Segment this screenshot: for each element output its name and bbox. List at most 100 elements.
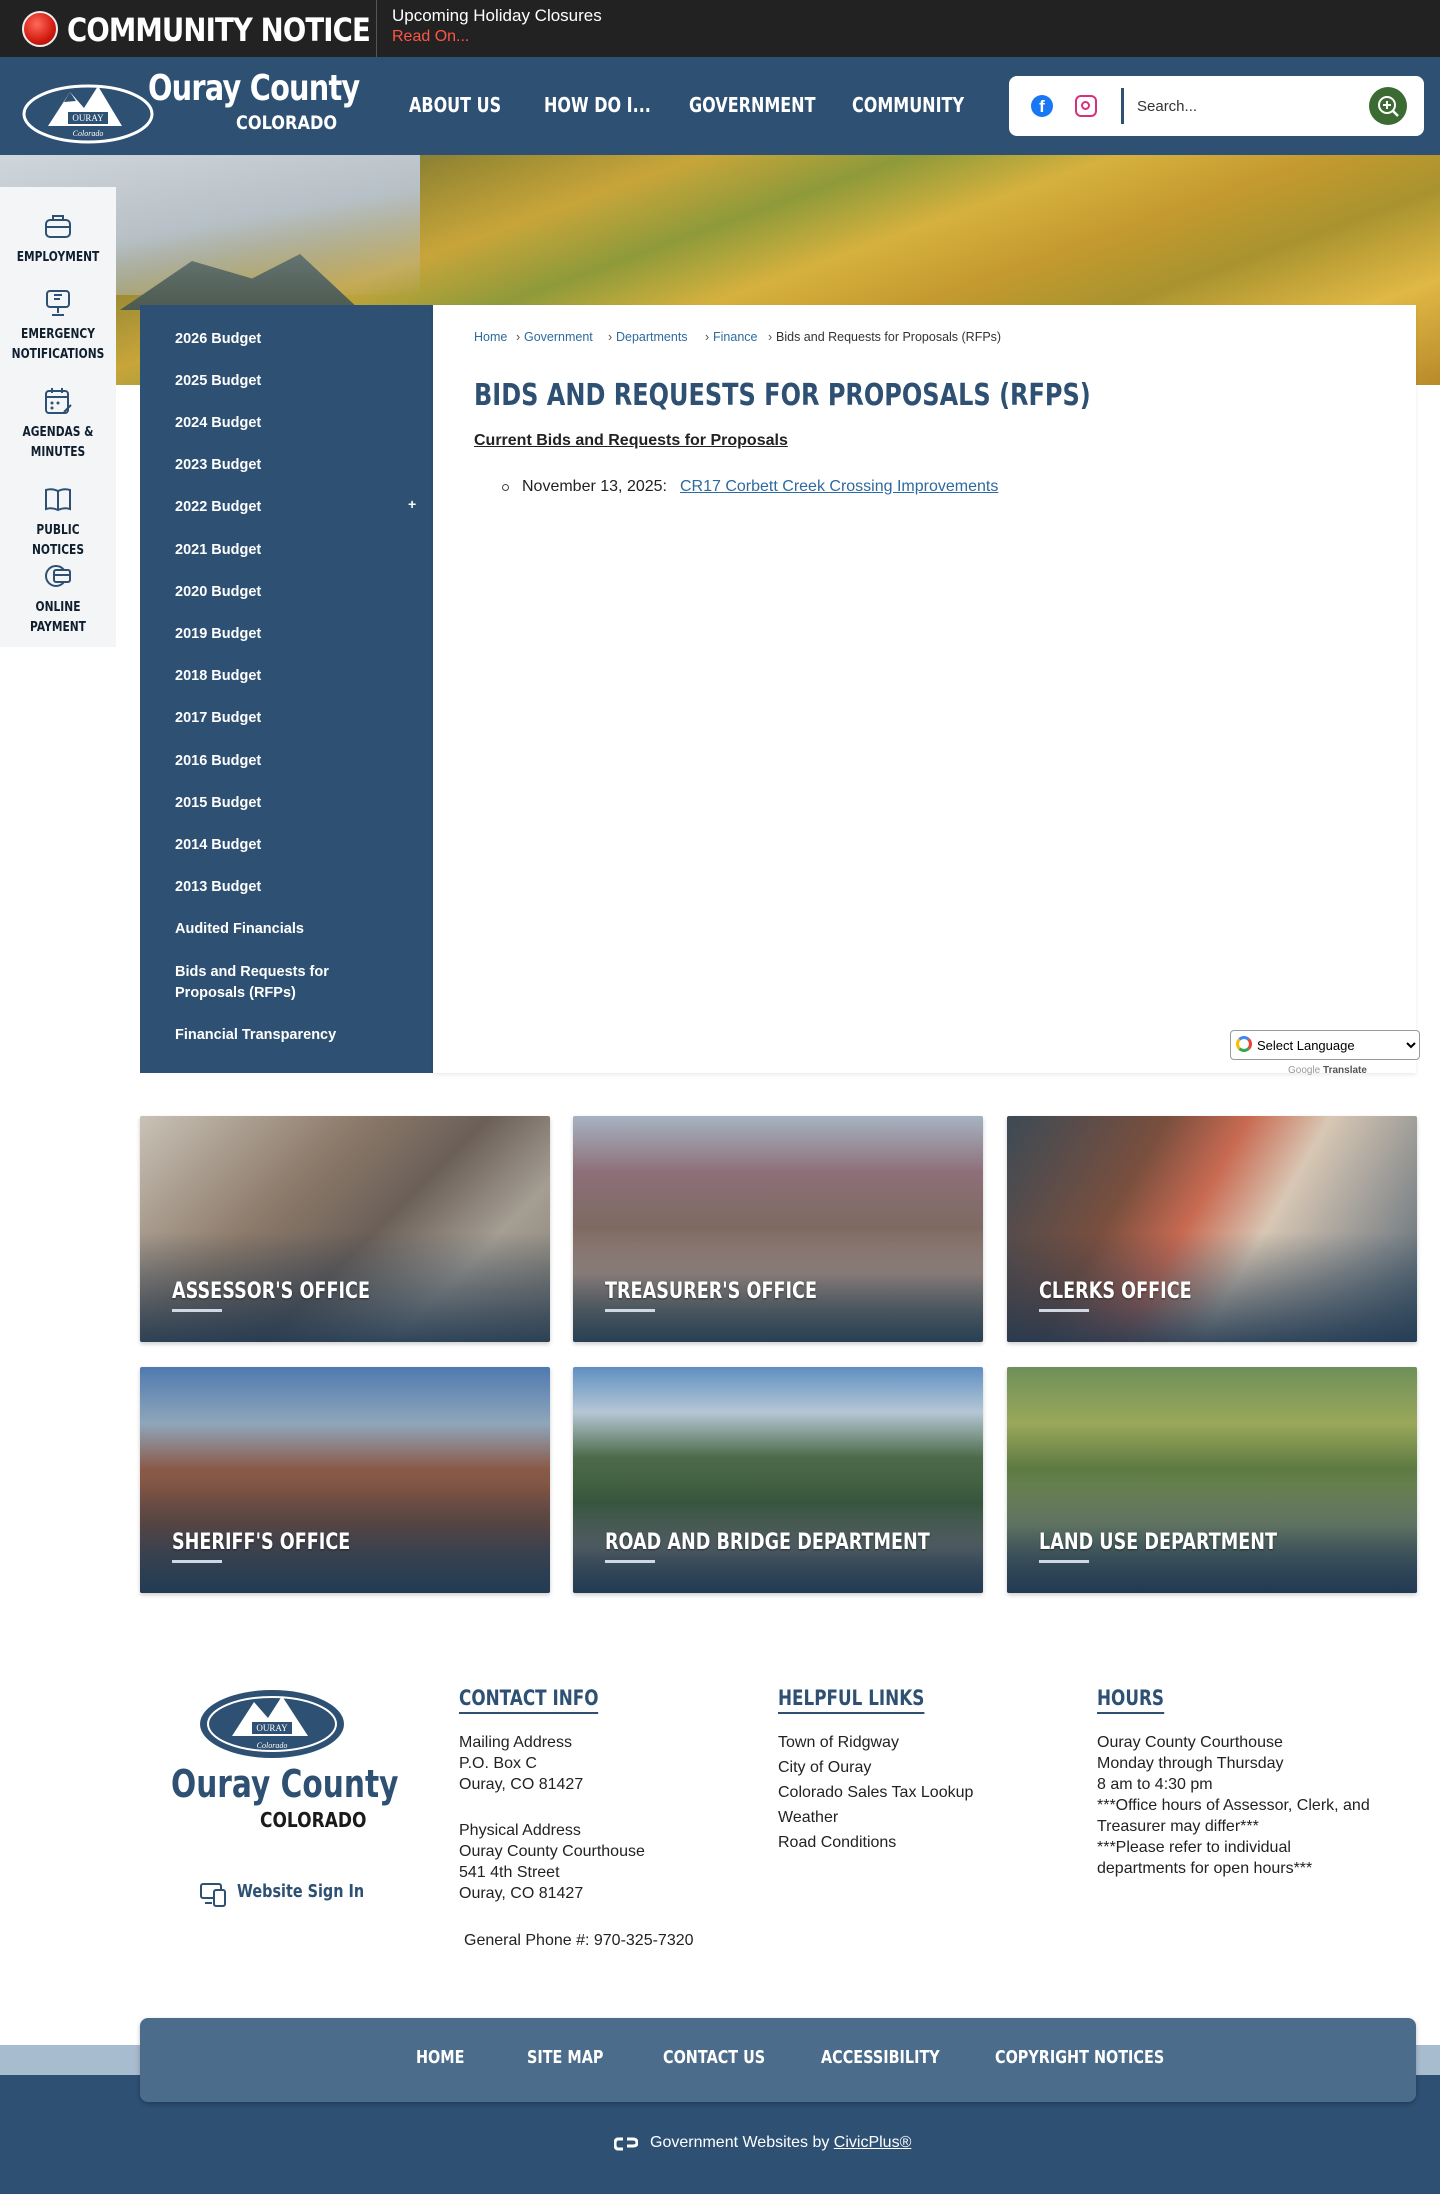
card-underline [1039,1560,1089,1563]
civicplus-icon [614,2137,638,2151]
card-assessors-office[interactable]: ASSESSOR'S OFFICE [140,1116,550,1342]
search-button[interactable] [1369,87,1407,125]
side-item-2025-budget[interactable]: 2025 Budget [175,371,261,392]
quick-link-label: AGENDAS & [22,425,94,440]
website-sign-in-link[interactable]: Website Sign In [237,1881,364,1902]
list-bullet [502,484,509,491]
google-credit: Google [1288,1065,1321,1076]
footer-site-state: COLORADO [260,1808,367,1832]
side-item-2026-budget[interactable]: 2026 Budget [175,329,261,350]
card-label: ROAD AND BRIDGE DEPARTMENT [605,1530,930,1555]
quick-link-employment[interactable]: EMPLOYMENT [0,210,116,268]
footer-nav-accessibility[interactable]: ACCESSIBILITY [821,2047,940,2068]
side-item-2019-budget[interactable]: 2019 Budget [175,624,261,645]
link-weather[interactable]: Weather [778,1805,838,1830]
card-label: TREASURER'S OFFICE [605,1279,817,1304]
footer-nav-site-map[interactable]: SITE MAP [527,2047,603,2068]
facebook-icon[interactable]: f [1031,95,1053,117]
footer-logo-emblem[interactable]: OURAY Colorado [196,1686,348,1762]
breadcrumb-separator: › [608,330,613,344]
notice-divider [376,0,377,57]
breadcrumb-separator: › [768,330,773,344]
civicplus-link[interactable]: CivicPlus® [834,2134,912,2151]
contact-line: 541 4th Street [459,1864,560,1881]
card-sheriffs-office[interactable]: SHERIFF'S OFFICE [140,1367,550,1593]
svg-text:Colorado: Colorado [73,129,104,138]
google-icon [1236,1036,1252,1052]
nav-about-us[interactable]: ABOUT US [409,93,501,117]
footer-links-heading: HELPFUL LINKS [778,1686,925,1714]
search-divider [1121,88,1124,124]
breadcrumb-departments[interactable]: Departments [616,330,688,344]
breadcrumb-government[interactable]: Government [524,330,593,344]
bid-link[interactable]: CR17 Corbett Creek Crossing Improvements [680,478,998,496]
google-translate-credit[interactable]: Google Translate [1288,1065,1367,1076]
side-item-bids-rfps-line2[interactable]: Proposals (RFPs) [175,983,296,1004]
side-item-2024-budget[interactable]: 2024 Budget [175,413,261,434]
svg-text:OURAY: OURAY [72,113,104,123]
quick-link-label: ONLINE PAYMENT [30,600,86,635]
quick-link-agendas-minutes[interactable]: AGENDAS & MINUTES [0,385,116,463]
card-road-and-bridge[interactable]: ROAD AND BRIDGE DEPARTMENT [573,1367,983,1593]
instagram-icon[interactable] [1075,95,1097,117]
quick-link-label-line2: NOTIFICATIONS [11,347,105,362]
side-item-audited-financials[interactable]: Audited Financials [175,919,304,940]
side-item-2014-budget[interactable]: 2014 Budget [175,835,261,856]
breadcrumb-home[interactable]: Home [474,330,507,344]
svg-text:OURAY: OURAY [256,1723,288,1733]
nav-how-do-i[interactable]: HOW DO I... [544,93,651,117]
card-treasurers-office[interactable]: TREASURER'S OFFICE [573,1116,983,1342]
briefcase-icon [45,215,71,238]
side-item-2015-budget[interactable]: 2015 Budget [175,793,261,814]
svg-text:Colorado: Colorado [257,1741,288,1750]
alert-monitor-icon [46,290,70,316]
footer-nav-contact-us[interactable]: CONTACT US [663,2047,765,2068]
card-underline [1039,1309,1089,1312]
link-road-conditions[interactable]: Road Conditions [778,1830,896,1855]
notice-read-on-link[interactable]: Read On... [392,28,469,46]
quick-link-public-notices[interactable]: PUBLIC NOTICES [0,483,116,561]
side-item-2022-budget[interactable]: 2022 Budget [175,497,261,518]
quick-link-online-payment[interactable]: ONLINE PAYMENT [0,560,116,638]
side-item-bids-rfps[interactable]: Bids and Requests for [175,962,329,983]
site-state: COLORADO [236,112,338,134]
side-item-2020-budget[interactable]: 2020 Budget [175,582,261,603]
payment-icon [45,565,71,587]
card-label: LAND USE DEPARTMENT [1039,1530,1277,1555]
side-item-2013-budget[interactable]: 2013 Budget [175,877,261,898]
site-name[interactable]: Ouray County [148,68,360,109]
language-select[interactable]: Select Language [1230,1030,1420,1060]
hours-line: Treasurer may differ*** [1097,1818,1259,1835]
side-item-2021-budget[interactable]: 2021 Budget [175,540,261,561]
card-underline [172,1560,222,1563]
device-sign-in-icon[interactable] [199,1880,227,1908]
side-item-2017-budget[interactable]: 2017 Budget [175,708,261,729]
card-land-use[interactable]: LAND USE DEPARTMENT [1007,1367,1417,1593]
link-sales-tax-lookup[interactable]: Colorado Sales Tax Lookup [778,1780,973,1805]
alert-dot-icon [22,11,58,47]
quick-link-emergency-notifications[interactable]: EMERGENCY NOTIFICATIONS [0,287,116,365]
hours-line: ***Please refer to individual [1097,1839,1291,1856]
footer-nav-copyright-notices[interactable]: COPYRIGHT NOTICES [995,2047,1164,2068]
main-content [433,305,1416,1073]
link-town-of-ridgway[interactable]: Town of Ridgway [778,1730,899,1755]
link-city-of-ouray[interactable]: City of Ouray [778,1755,871,1780]
side-item-2018-budget[interactable]: 2018 Budget [175,666,261,687]
side-item-2023-budget[interactable]: 2023 Budget [175,455,261,476]
nav-government[interactable]: GOVERNMENT [689,93,815,117]
notice-title: COMMUNITY NOTICE [67,11,371,49]
translate-credit: Translate [1323,1065,1367,1076]
footer-nav-home[interactable]: HOME [416,2047,464,2068]
card-clerks-office[interactable]: CLERKS OFFICE [1007,1116,1417,1342]
nav-community[interactable]: COMMUNITY [852,93,964,117]
side-item-2016-budget[interactable]: 2016 Budget [175,751,261,772]
side-item-financial-transparency[interactable]: Financial Transparency [175,1025,336,1046]
hours-line: ***Office hours of Assessor, Clerk, and [1097,1797,1370,1814]
footer-hours-heading: HOURS [1097,1686,1165,1714]
search-input[interactable] [1137,92,1357,120]
bid-date: November 13, 2025: [522,478,667,495]
breadcrumb-finance[interactable]: Finance [713,330,757,344]
expand-icon[interactable]: + [408,496,416,512]
quick-link-label: EMERGENCY [21,327,95,342]
book-icon [45,488,71,512]
